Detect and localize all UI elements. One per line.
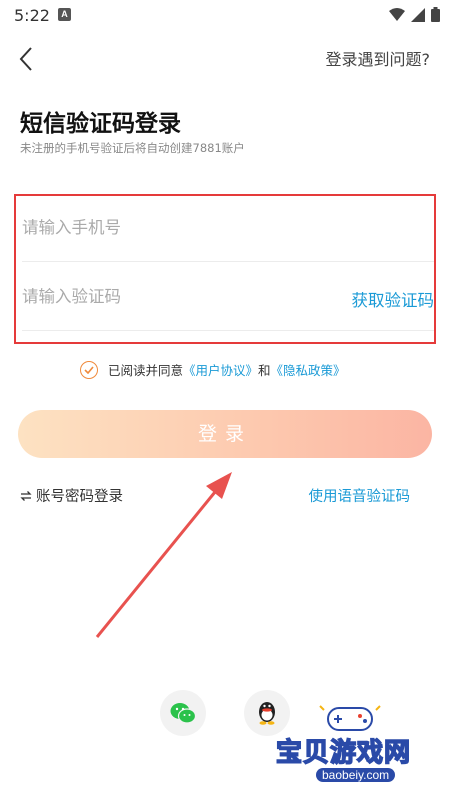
privacy-policy-link[interactable]: 《隐私政策》 (271, 360, 346, 379)
phone-field-row (22, 196, 434, 262)
user-agreement-link[interactable]: 《用户协议》 (183, 360, 258, 379)
chevron-left-icon (19, 47, 32, 71)
notification-icon: A (58, 8, 71, 21)
page-title: 短信验证码登录 (20, 111, 181, 137)
watermark-logo: 宝贝游戏网 baobeiy.com (270, 700, 445, 795)
login-help-link[interactable]: 登录遇到问题? (326, 46, 431, 70)
login-button[interactable]: 登录 (18, 410, 432, 458)
code-field-row: 获取验证码 (22, 265, 434, 331)
agreement-row: 已阅读并同意 《用户协议》 和 《隐私政策》 (80, 360, 346, 379)
page-subtitle: 未注册的手机号验证后将自动创建7881账户 (20, 141, 245, 155)
watermark-url: baobeiy.com (316, 768, 396, 782)
check-icon (84, 365, 94, 374)
status-bar: 5:22 A (0, 0, 450, 32)
swap-icon (20, 490, 32, 501)
password-login-label: 账号密码登录 (36, 489, 123, 505)
wechat-login-button[interactable] (160, 690, 206, 736)
wifi-icon (389, 7, 405, 21)
agreement-checkbox[interactable] (80, 360, 98, 379)
password-login-link[interactable]: 账号密码登录 (20, 485, 123, 506)
status-time: 5:22 (14, 6, 50, 25)
gamepad-icon (319, 705, 381, 731)
agreement-prefix: 已阅读并同意 (108, 363, 184, 378)
wechat-icon (170, 703, 196, 724)
battery-icon (431, 7, 440, 22)
verification-code-input[interactable] (22, 281, 322, 311)
status-icons (389, 7, 440, 22)
get-code-button[interactable]: 获取验证码 (352, 287, 435, 311)
agreement-and: 和 (258, 363, 271, 378)
watermark-title: 宝贝游戏网 (275, 737, 412, 769)
phone-input[interactable] (22, 212, 322, 242)
back-button[interactable] (12, 44, 42, 74)
voice-code-link[interactable]: 使用语音验证码 (309, 485, 411, 506)
login-form-highlight: 获取验证码 (14, 194, 436, 344)
signal-icon (411, 7, 425, 22)
